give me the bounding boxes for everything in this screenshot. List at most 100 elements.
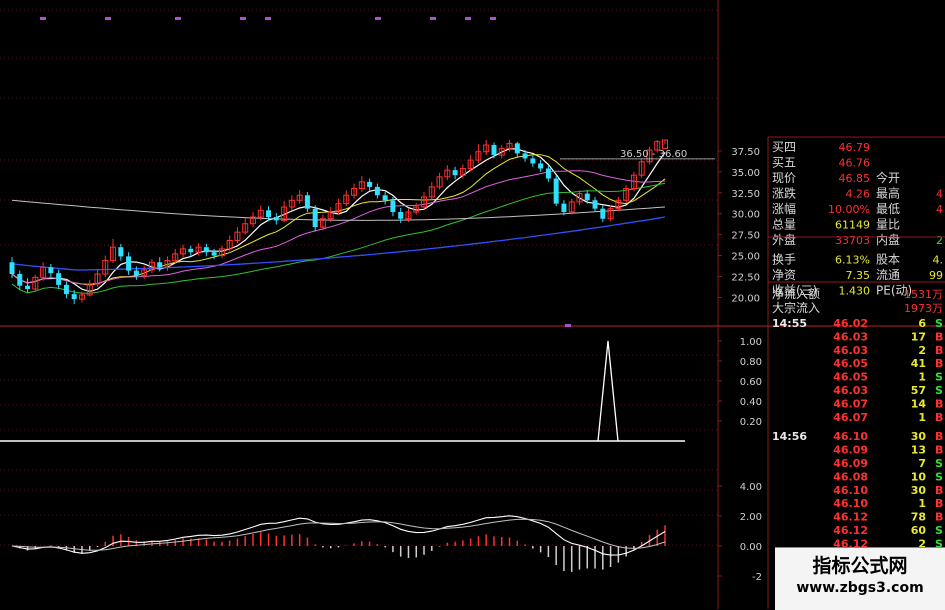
tick-price: 46.12 [833, 511, 868, 524]
tick-price: 46.09 [833, 457, 868, 470]
quote-value-2: 4 [936, 188, 943, 201]
tick-price: 46.08 [833, 470, 868, 483]
tick-price: 46.07 [833, 411, 868, 424]
tick-volume: 6 [918, 317, 926, 330]
candle-body [390, 200, 396, 213]
candle-body [25, 285, 31, 290]
candle-body [530, 158, 536, 164]
tick-side: S [935, 457, 943, 470]
candle-body [553, 178, 559, 204]
quote-value: 46.79 [839, 141, 871, 154]
tick-row[interactable]: 46.03 2 B [833, 344, 943, 357]
tick-row[interactable]: 46.09 7 S [833, 457, 943, 470]
tick-row[interactable]: 46.07 14 B [833, 397, 943, 410]
event-marker [265, 17, 271, 20]
tick-volume: 1 [918, 371, 926, 384]
candle-body [545, 168, 551, 179]
tick-price: 46.02 [833, 317, 868, 330]
tick-price: 46.10 [833, 484, 868, 497]
stock-chart[interactable]: 37.5035.0032.5030.0027.5025.0022.5020.00… [0, 0, 945, 609]
tick-side: S [935, 371, 943, 384]
tick-side: B [935, 444, 943, 457]
tick-price: 46.07 [833, 397, 868, 410]
quote-label: 总量 [772, 218, 796, 232]
indicator-panel [597, 340, 619, 442]
candle-body [398, 212, 404, 219]
candle-body [266, 210, 272, 218]
quote-label: 买四 [772, 140, 796, 154]
candle-body [538, 163, 544, 169]
event-marker [105, 17, 111, 20]
indicator-tick-label: 0.80 [740, 357, 762, 368]
tick-row[interactable]: 14:55 46.02 6 S [772, 317, 943, 330]
tick-side: B [935, 430, 943, 443]
tick-row[interactable]: 46.10 30 B [833, 484, 943, 497]
watermark-url: www.zbgs3.com [796, 580, 924, 596]
tick-row[interactable]: 46.08 10 S [833, 470, 943, 483]
indicator-tick-label: 1.00 [740, 337, 762, 348]
tick-time: 14:55 [772, 317, 807, 330]
event-marker [175, 17, 181, 20]
price-axis: 37.50 35.00 32.50 30.00 27.50 25.00 22.50 20.00 [718, 147, 760, 304]
quote-value-2: 99 [929, 269, 943, 282]
candle-body [133, 270, 139, 276]
tick-side: S [935, 384, 943, 397]
candle-body [374, 186, 380, 196]
tick-row[interactable]: 46.03 17 B [833, 330, 943, 343]
quote-label: 买五 [772, 156, 796, 170]
candle-body [126, 256, 132, 271]
event-marker [375, 17, 381, 20]
watermark-banner: 指标公式网 www.zbgs3.com [775, 547, 945, 610]
tick-volume: 10 [911, 470, 927, 483]
tick-row[interactable]: 46.05 1 S [833, 371, 943, 384]
tick-volume: 57 [911, 384, 926, 397]
candle-body [561, 203, 567, 213]
tick-volume: 1 [918, 497, 926, 510]
tick-price: 46.05 [833, 357, 868, 370]
tick-row[interactable]: 46.12 78 B [833, 511, 943, 524]
tick-volume: 7 [918, 457, 926, 470]
macd-tick-label: 4.00 [740, 482, 762, 493]
tick-side: S [935, 470, 943, 483]
flow-label: 大宗流入 [772, 300, 820, 315]
candle-body [382, 195, 388, 201]
candle-body [188, 248, 194, 253]
indicator-tick-label: 0.60 [740, 377, 762, 388]
quote-value: 61149 [835, 219, 870, 232]
event-marker [565, 324, 571, 327]
tick-row[interactable]: 46.05 41 B [833, 357, 943, 370]
tick-row[interactable]: 46.12 60 S [833, 524, 943, 537]
tick-price: 46.09 [833, 444, 868, 457]
tick-volume: 78 [911, 511, 926, 524]
tick-row[interactable]: 46.10 1 B [833, 497, 943, 510]
quote-value-2: 2 [936, 234, 943, 247]
tick-volume: 30 [911, 430, 927, 443]
quote-label: 涨幅 [772, 201, 796, 216]
candle-body [63, 284, 69, 295]
candle-body [9, 262, 15, 274]
tick-volume: 13 [911, 444, 926, 457]
candle-body [592, 200, 598, 209]
macd-tick-label: 0.00 [740, 542, 762, 553]
tick-volume: 1 [918, 411, 926, 424]
candle-body [71, 294, 77, 300]
price-tick-label: 37.50 [731, 147, 760, 158]
tick-row[interactable]: 46.03 57 S [833, 384, 943, 397]
tick-side: S [935, 317, 943, 330]
candle-body [203, 247, 209, 253]
tick-row[interactable]: 46.07 1 B [833, 411, 943, 424]
quote-label-2: 流通 [876, 268, 900, 282]
candle-body [584, 193, 590, 201]
quote-value: 10.00% [828, 203, 870, 216]
quote-value: 33703 [835, 234, 870, 247]
quote-value-2: 4 [936, 203, 943, 216]
quote-panel: 买四 46.79 买五 46.76 现价 46.85 今开涨跌 4.26 最高 4 涨幅 10.00%… [768, 140, 945, 298]
quote-label: 净资 [772, 268, 796, 282]
candle-body [600, 208, 606, 219]
quote-label-2: 最低 [876, 202, 900, 216]
tick-list[interactable]: 14:55 46.02 6 S46.03 17 B46.03 2 B46.05 41 B46.05… [772, 317, 943, 550]
tick-price: 46.10 [833, 497, 868, 510]
tick-row[interactable]: 46.09 13 B [833, 444, 943, 457]
tick-row[interactable]: 14:56 46.10 30 B [772, 430, 943, 443]
macd-tick-label: -2 [752, 572, 762, 583]
